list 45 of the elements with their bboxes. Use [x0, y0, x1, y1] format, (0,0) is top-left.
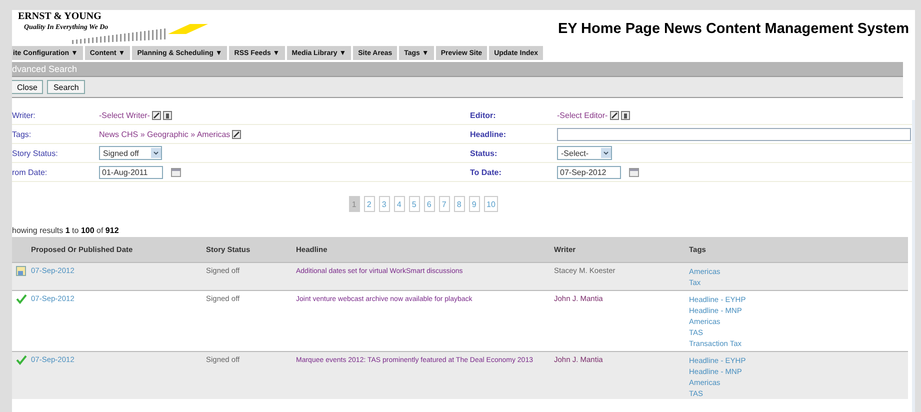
check-icon [16, 355, 27, 365]
field-value: -Select Editor- [557, 110, 608, 120]
scrollbar[interactable] [912, 100, 915, 412]
document-icon [16, 266, 27, 276]
field-label: rom Date: [12, 168, 48, 176]
field-value: -Select Writer- [99, 110, 150, 120]
field-label: Status: [470, 148, 498, 158]
field-label: Writer: [12, 110, 36, 120]
page-title: EY Home Page News Content Management System [558, 21, 909, 37]
caret-icon [151, 148, 161, 158]
field-label: Editor: [470, 110, 497, 120]
field-label: Story Status: [12, 148, 59, 158]
caret-icon [601, 148, 611, 158]
calendar-icon[interactable] [629, 168, 639, 176]
toolbar-button[interactable]: Search [47, 80, 85, 94]
date-field[interactable]: 01-Aug-2011 [99, 166, 163, 178]
page-link[interactable]: 8 [454, 196, 465, 212]
field-label: Tags: [12, 130, 32, 138]
page-link[interactable]: 10 [484, 196, 498, 212]
page-link[interactable]: 6 [424, 196, 435, 212]
toolbar-button[interactable]: Close [12, 80, 44, 94]
page-link[interactable]: 7 [438, 196, 450, 212]
edit-icon[interactable] [152, 110, 161, 120]
page-link[interactable]: 1 [348, 196, 360, 212]
calendar-icon[interactable] [171, 168, 181, 176]
logo-name: ERNST & YOUNG [18, 11, 102, 22]
field-label: Headline: [470, 130, 508, 138]
edit-icon[interactable] [610, 110, 619, 120]
edit-icon[interactable] [232, 130, 242, 138]
field-label: To Date: [470, 168, 502, 176]
page-link[interactable]: 5 [408, 196, 420, 212]
field-value: News CHS » Geographic » Americas [99, 130, 230, 138]
page-link[interactable]: 2 [364, 196, 375, 212]
check-icon [16, 294, 27, 304]
input-field[interactable] [557, 128, 911, 140]
trash-icon[interactable] [620, 110, 630, 120]
page-link[interactable]: 9 [468, 196, 480, 212]
page-link[interactable]: 3 [378, 196, 390, 212]
results-summary: howing results 1 to 100 of 912 [12, 226, 120, 235]
dropdown[interactable]: -Select- [557, 146, 612, 160]
panel-title-bar: dvanced Search [12, 62, 903, 77]
page-link[interactable]: 4 [394, 196, 405, 212]
date-field[interactable]: 07-Sep-2012 [557, 166, 621, 178]
dropdown[interactable]: Signed off [99, 146, 162, 160]
trash-icon[interactable] [162, 110, 172, 120]
